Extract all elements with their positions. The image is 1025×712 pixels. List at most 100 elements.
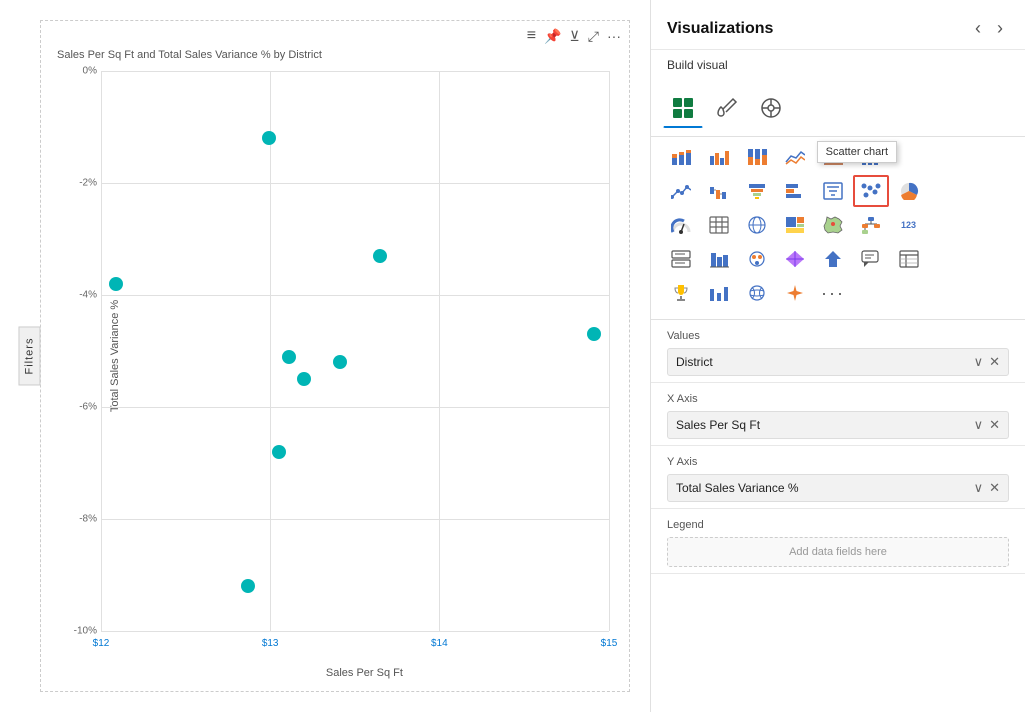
viz-icon-stacked-bar[interactable] [663, 141, 699, 173]
line2-icon [671, 182, 691, 200]
x-axis-close-icon[interactable]: ✕ [989, 417, 1000, 433]
viz-icon-globe[interactable] [739, 277, 775, 309]
right-panel: Visualizations ‹ › Build visual [650, 0, 1025, 712]
x-tick-1: $13 [262, 638, 279, 649]
viz-icon-vbar3[interactable] [701, 277, 737, 309]
viz-icon-pie[interactable] [891, 175, 927, 207]
kpi-icon: 123 [899, 216, 919, 234]
viz-icon-line[interactable] [777, 141, 813, 173]
viz-icon-top-2[interactable] [751, 88, 791, 128]
viz-icon-more[interactable]: ··· [815, 277, 851, 309]
y-axis-close-icon[interactable]: ✕ [989, 480, 1000, 496]
viz-icon-cards[interactable] [663, 243, 699, 275]
viz-icons-row-1 [663, 141, 1013, 173]
grid-h-0: 0% [101, 71, 609, 72]
x-axis-section: X Axis Sales Per Sq Ft ∨ ✕ [651, 383, 1025, 446]
viz-icon-arrows[interactable] [815, 243, 851, 275]
more-icon[interactable]: ··· [607, 28, 621, 44]
grid-v-1: $13 [270, 71, 271, 631]
viz-icon-waterfall[interactable] [701, 175, 737, 207]
viz-icon-sparkle[interactable] [777, 277, 813, 309]
x-axis-field-controls: ∨ ✕ [974, 417, 1000, 433]
trophy-icon [671, 284, 691, 302]
y-axis-field-pill: Total Sales Variance % ∨ ✕ [667, 474, 1009, 502]
data-point[interactable] [262, 131, 276, 145]
grid-h-5: -10% [101, 631, 609, 632]
viz-icon-100pct-bar[interactable] [739, 141, 775, 173]
mappin-icon [747, 250, 767, 268]
data-point[interactable] [373, 249, 387, 263]
stacked-bar-icon [671, 148, 691, 166]
100pct-bar-icon [747, 148, 767, 166]
diamond-icon [785, 250, 805, 268]
pin-icon[interactable]: 📌 [544, 28, 561, 45]
grid-h-2: -4% [101, 295, 609, 296]
grid-h-4: -8% [101, 519, 609, 520]
y-axis-section-label: Y Axis [667, 456, 1009, 468]
data-point[interactable] [241, 579, 255, 593]
x-tick-2: $14 [431, 638, 448, 649]
viz-icon-top-0[interactable] [663, 88, 703, 128]
viz-icons-section: Scatter chart [651, 137, 1025, 320]
svg-text:123: 123 [901, 220, 916, 230]
arrows-icon [823, 250, 843, 268]
viz-icon-kpi[interactable]: 123 [891, 209, 927, 241]
values-field-controls: ∨ ✕ [974, 354, 1000, 370]
viz-icon-barchart2[interactable] [701, 243, 737, 275]
panel-next-btn[interactable]: › [991, 16, 1009, 41]
data-point[interactable] [109, 277, 123, 291]
y-tick-4: -8% [79, 514, 101, 525]
legend-section: Legend Add data fields here [651, 509, 1025, 574]
viz-icon-filter-visual[interactable] [815, 175, 851, 207]
data-point[interactable] [333, 355, 347, 369]
values-close-icon[interactable]: ✕ [989, 354, 1000, 370]
data-point[interactable] [282, 350, 296, 364]
brush-icon [715, 96, 739, 120]
filters-tab[interactable]: Filters [18, 327, 40, 386]
viz-icon-combo[interactable] [853, 141, 889, 173]
viz-icon-top-1[interactable] [707, 88, 747, 128]
expand-icon[interactable]: ⤢ [588, 28, 599, 45]
chat-icon [861, 250, 881, 268]
viz-icon-paginated[interactable] [891, 243, 927, 275]
data-point[interactable] [587, 327, 601, 341]
panel-prev-btn[interactable]: ‹ [969, 16, 987, 41]
y-tick-1: -2% [79, 178, 101, 189]
viz-icon-treemap[interactable] [777, 209, 813, 241]
legend-empty-field[interactable]: Add data fields here [667, 537, 1009, 567]
viz-icon-line2[interactable] [663, 175, 699, 207]
viz-icon-funnel[interactable] [739, 175, 775, 207]
viz-icon-mappin[interactable] [739, 243, 775, 275]
viz-icon-diamond[interactable] [777, 243, 813, 275]
y-axis-field-controls: ∨ ✕ [974, 480, 1000, 496]
x-tick-3: $15 [601, 638, 618, 649]
viz-icon-table[interactable] [701, 209, 737, 241]
grid-v-0: $12 [101, 71, 102, 631]
y-axis-field-text: Total Sales Variance % [676, 481, 799, 495]
filled-map-icon [823, 216, 843, 234]
viz-icon-scatter[interactable]: Scatter chart [853, 175, 889, 207]
x-axis-section-label: X Axis [667, 393, 1009, 405]
viz-icons-row-3: 123 [663, 209, 1013, 241]
viz-icon-gauge[interactable] [663, 209, 699, 241]
viz-icon-area[interactable] [815, 141, 851, 173]
hbar-icon [785, 182, 805, 200]
viz-icon-chat[interactable] [853, 243, 889, 275]
vbar3-icon [709, 284, 729, 302]
viz-icon-hbar[interactable] [777, 175, 813, 207]
viz-icon-decomptree[interactable] [853, 209, 889, 241]
viz-icon-clustered-bar[interactable] [701, 141, 737, 173]
viz-icon-trophy[interactable] [663, 277, 699, 309]
viz-icon-map[interactable] [739, 209, 775, 241]
x-axis-chevron-icon[interactable]: ∨ [974, 417, 984, 433]
y-axis-chevron-icon[interactable]: ∨ [974, 480, 984, 496]
y-tick-2: -4% [79, 290, 101, 301]
data-point[interactable] [272, 445, 286, 459]
values-chevron-icon[interactable]: ∨ [974, 354, 984, 370]
data-point[interactable] [297, 372, 311, 386]
menu-icon[interactable]: ≡ [527, 27, 536, 45]
filter-icon[interactable]: ⊻ [570, 28, 580, 45]
treemap-icon [785, 216, 805, 234]
values-field-text: District [676, 355, 713, 369]
viz-icon-filled-map[interactable] [815, 209, 851, 241]
